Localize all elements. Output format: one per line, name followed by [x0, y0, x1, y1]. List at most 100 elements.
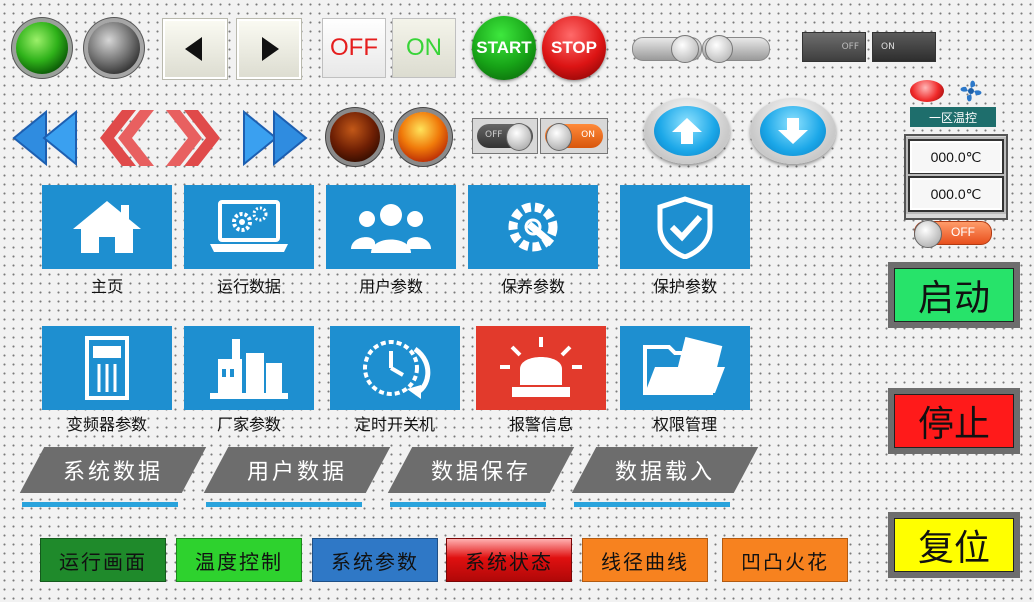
toggle-on-label: ON: [881, 42, 895, 52]
arrow-down-icon: [778, 118, 808, 144]
start-big-button[interactable]: 启动: [888, 262, 1020, 328]
tile-protection-params-label: 保护参数: [652, 277, 717, 296]
slider-knob[interactable]: [705, 35, 733, 63]
knob-toggle-on-track: ON: [545, 123, 603, 151]
temp-control-button[interactable]: 温度控制: [176, 538, 302, 582]
folder-doc-icon: [643, 337, 725, 395]
previous-button[interactable]: [162, 18, 228, 80]
toggle-off-half[interactable]: OFF: [802, 32, 866, 62]
tab-user-data[interactable]: 用户数据: [203, 447, 391, 493]
tile-maintenance-params-label: 保养参数: [500, 277, 565, 296]
fan-icon: [960, 80, 982, 102]
run-screen-label: 运行画面: [59, 549, 147, 574]
tile-factory-params[interactable]: [184, 326, 314, 410]
temperature-value-2: 000.0℃: [930, 185, 982, 202]
run-screen-button[interactable]: 运行画面: [40, 538, 166, 582]
system-status-button[interactable]: 系统状态: [446, 538, 572, 582]
stop-big-label: 停止: [917, 404, 990, 445]
knob-toggle-off-knob[interactable]: [506, 123, 532, 151]
tab-data-load-underline: [574, 502, 730, 507]
tile-inverter-params[interactable]: [42, 326, 172, 410]
temperature-value-1: 000.0℃: [930, 148, 982, 165]
slider-switch-a[interactable]: [632, 35, 702, 63]
spark-button[interactable]: 凹凸火花: [722, 538, 848, 582]
fast-forward-icon[interactable]: [240, 106, 310, 170]
down-arrow-button[interactable]: [750, 98, 836, 164]
tab-user-data-underline: [206, 502, 362, 507]
slider-off-switch[interactable]: OFF: [914, 220, 992, 248]
tab-data-load-label: 数据载入: [614, 460, 715, 485]
double-chevron-left-icon[interactable]: [96, 106, 156, 170]
tab-user-data-label: 用户数据: [246, 460, 347, 485]
spark-label: 凹凸火花: [741, 549, 829, 574]
toggle-off-on-switch[interactable]: OFF ON: [802, 32, 938, 62]
slider-switch-b[interactable]: [702, 35, 770, 63]
knob-toggle-on[interactable]: ON: [540, 118, 608, 154]
users-icon: [351, 204, 431, 253]
temp-control-label: 温度控制: [195, 549, 283, 574]
tile-home[interactable]: [42, 185, 172, 269]
home-icon: [73, 201, 141, 253]
tile-run-data[interactable]: [184, 185, 314, 269]
tile-user-params-label: 用户参数: [358, 277, 423, 296]
tile-permission-management[interactable]: [620, 326, 750, 410]
off-button[interactable]: OFF: [322, 18, 386, 78]
reset-big-label: 复位: [917, 528, 990, 569]
tile-alarm-info-label: 报警信息: [508, 415, 573, 434]
tile-factory-params-label: 厂家参数: [216, 415, 281, 434]
tab-data-load[interactable]: 数据载入: [571, 447, 759, 493]
slider-knob[interactable]: [671, 35, 699, 63]
temperature-readout-1[interactable]: 000.0℃: [908, 139, 1004, 175]
timer-clock-icon: [363, 340, 431, 399]
on-label: ON: [406, 34, 442, 61]
zone-title: 一区温控: [910, 107, 996, 127]
tab-data-save-underline: [390, 502, 546, 507]
arrow-left-icon: [185, 37, 202, 61]
dark-red-indicator-lamp: [330, 112, 380, 162]
knob-toggle-off-track: OFF: [477, 123, 533, 151]
knob-toggle-on-label: ON: [581, 130, 595, 140]
up-arrow-button[interactable]: [644, 98, 730, 164]
tile-inverter-params-label: 变频器参数: [66, 415, 147, 434]
slider-off-knob[interactable]: [914, 220, 942, 248]
gear-wrench-icon: [508, 202, 558, 252]
tile-permission-management-label: 权限管理: [652, 415, 717, 434]
start-big-label: 启动: [917, 278, 990, 319]
system-params-label: 系统参数: [331, 549, 419, 574]
shield-check-icon: [657, 196, 713, 259]
toggle-on-half[interactable]: ON: [872, 32, 936, 62]
laptop-gears-icon: [210, 200, 288, 252]
knob-toggle-off[interactable]: OFF: [472, 118, 538, 154]
double-chevron-right-icon[interactable]: [164, 106, 224, 170]
tile-alarm-info[interactable]: [476, 326, 606, 410]
stop-round-button[interactable]: STOP: [542, 16, 606, 80]
fast-rewind-icon[interactable]: [10, 106, 80, 170]
stop-big-button[interactable]: 停止: [888, 388, 1020, 454]
wire-diameter-curve-label: 线径曲线: [601, 549, 689, 574]
tab-data-save[interactable]: 数据保存: [387, 447, 575, 493]
on-button[interactable]: ON: [392, 18, 456, 78]
tile-run-data-label: 运行数据: [216, 277, 281, 296]
start-round-label: START: [476, 38, 532, 57]
alarm-light-icon: [500, 337, 582, 397]
off-label: OFF: [330, 34, 378, 61]
reset-big-button[interactable]: 复位: [888, 512, 1020, 578]
tab-system-data-underline: [22, 502, 178, 507]
knob-toggle-on-knob[interactable]: [546, 123, 572, 151]
tile-protection-params[interactable]: [620, 185, 750, 269]
temperature-readout-2[interactable]: 000.0℃: [908, 176, 1004, 212]
system-status-label: 系统状态: [465, 549, 553, 574]
tile-user-params[interactable]: [326, 185, 456, 269]
tab-system-data-label: 系统数据: [62, 460, 163, 485]
wire-diameter-curve-button[interactable]: 线径曲线: [582, 538, 708, 582]
start-round-button[interactable]: START: [472, 16, 536, 80]
factory-icon: [210, 339, 288, 399]
system-params-button[interactable]: 系统参数: [312, 538, 438, 582]
tile-timer-onoff-label: 定时开关机: [354, 415, 435, 434]
tile-timer-onoff[interactable]: [330, 326, 460, 410]
next-button[interactable]: [236, 18, 302, 80]
arrow-right-icon: [262, 37, 279, 61]
toggle-off-label: OFF: [841, 42, 859, 52]
tab-system-data[interactable]: 系统数据: [19, 447, 207, 493]
tile-maintenance-params[interactable]: [468, 185, 598, 269]
